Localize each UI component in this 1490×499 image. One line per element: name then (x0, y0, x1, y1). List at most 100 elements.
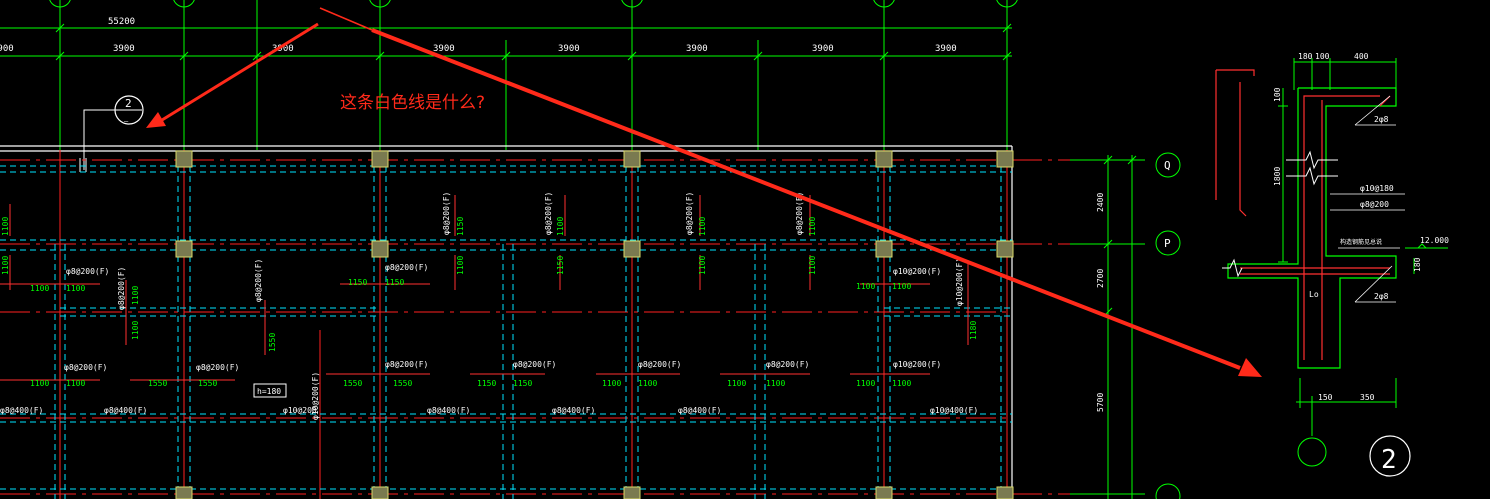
column (875, 240, 893, 258)
detail-note-constr: 构造钢筋见总说 (1340, 238, 1382, 246)
cad-drawing-canvas[interactable]: 55200 3900 3900 3900 3900 3900 3900 3900… (0, 0, 1490, 499)
length-label: 1100 (602, 379, 621, 388)
length-label: 1100 (856, 282, 875, 291)
length-label: 1100 (131, 286, 140, 305)
rebar-label: φ8@400(F) (0, 406, 43, 415)
length-label: 1100 (892, 379, 911, 388)
length-label: 1100 (698, 256, 707, 275)
length-label: 1550 (198, 379, 217, 388)
dim-right-1: 2400 (1096, 193, 1105, 212)
rebar-label: φ8@400(F) (427, 406, 470, 415)
length-label: 1100 (66, 379, 85, 388)
detail-callout-number: 2 (1381, 445, 1397, 475)
length-label: 1550 (393, 379, 412, 388)
length-label: 1100 (766, 379, 785, 388)
length-label: 1100 (66, 284, 85, 293)
dim-span-3: 3900 (433, 44, 455, 54)
length-label: 1100 (131, 321, 140, 340)
length-label: 1100 (30, 379, 49, 388)
detail-dim-350: 350 (1360, 393, 1375, 402)
column (371, 240, 389, 258)
dim-overall: 55200 (108, 17, 135, 27)
rebar-label: φ8@200(F) (385, 360, 428, 369)
dim-span-1: 3900 (113, 44, 135, 54)
column (623, 150, 641, 168)
detail-beam-height: 180 (1413, 257, 1422, 272)
rebar-label: φ8@200(F) (766, 360, 809, 369)
axis-label-p: P (1164, 237, 1171, 250)
column (996, 486, 1014, 499)
detail-dim-left-100: 100 (1273, 87, 1282, 102)
slab-thickness: h=180 (257, 387, 281, 396)
rebar-label: φ8@200(F) (442, 192, 451, 235)
detail-lo: Lo (1309, 290, 1319, 299)
column (371, 150, 389, 168)
annotation-question: 这条白色线是什么? (340, 93, 485, 113)
length-label: 1100 (892, 282, 911, 291)
dim-partial: 3900 (0, 44, 14, 54)
detail-level: 12.000 (1420, 236, 1449, 245)
column (875, 486, 893, 499)
rebar-label: φ8@200(F) (685, 192, 694, 235)
length-label: 1180 (969, 321, 978, 340)
detail-dim-150: 150 (1318, 393, 1333, 402)
length-label: 1150 (348, 278, 367, 287)
length-label: 1100 (727, 379, 746, 388)
length-label: 1100 (556, 217, 565, 236)
detail-dim-left-1800: 1800 (1273, 167, 1282, 186)
detail-dim-180: 180 (1298, 52, 1313, 61)
length-label: 1100 (1, 256, 10, 275)
rebar-label: φ8@200(F) (638, 360, 681, 369)
column (623, 486, 641, 499)
length-label: 1100 (30, 284, 49, 293)
length-label: 1100 (856, 379, 875, 388)
detail-note-2phi8-top: 2φ8 (1374, 115, 1389, 124)
detail-dim-400: 400 (1354, 52, 1369, 61)
rebar-label: φ10@200(F) (955, 258, 964, 306)
dim-span-6: 3900 (812, 44, 834, 54)
rebar-label: φ8@400(F) (104, 406, 147, 415)
rebar-label: φ10@400(F) (930, 406, 978, 415)
length-label: 1100 (808, 256, 817, 275)
rebar-label: φ8@400(F) (678, 406, 721, 415)
dim-right-3: 5700 (1096, 393, 1105, 412)
length-label: 1100 (698, 217, 707, 236)
length-label: 1100 (1, 217, 10, 236)
rebar-label: φ8@400(F) (552, 406, 595, 415)
section-callout-number: 2 (125, 97, 132, 110)
length-label: 1150 (513, 379, 532, 388)
length-label: 1550 (268, 333, 277, 352)
rebar-label: φ10@200(F) (893, 267, 941, 276)
detail-note-2phi8-bottom: 2φ8 (1374, 292, 1389, 301)
rebar-label: φ8@200(F) (66, 267, 109, 276)
detail-rebar-1: φ10@180 (1360, 184, 1394, 193)
rebar-label: φ8@200(F) (117, 267, 126, 310)
column (371, 486, 389, 499)
column (996, 150, 1014, 168)
length-label: 1550 (343, 379, 362, 388)
rebar-label: φ10@200 (283, 406, 317, 415)
column (875, 150, 893, 168)
column (175, 240, 193, 258)
length-label: 1550 (148, 379, 167, 388)
rebar-label: φ8@200(F) (64, 363, 107, 372)
rebar-label: φ8@200(F) (513, 360, 556, 369)
rebar-label: φ8@200(F) (385, 263, 428, 272)
rebar-label: φ8@200(F) (254, 259, 263, 302)
length-label: 1150 (385, 278, 404, 287)
dim-right-2: 2700 (1096, 269, 1105, 288)
length-label: 1150 (456, 217, 465, 236)
rebar-label: φ10@200(F) (893, 360, 941, 369)
detail-rebar-2: φ8@200 (1360, 200, 1389, 209)
length-label: 1100 (456, 256, 465, 275)
dim-span-5: 3900 (686, 44, 708, 54)
length-label: 1100 (638, 379, 657, 388)
detail-dim-100: 100 (1315, 52, 1330, 61)
dim-span-7: 3900 (935, 44, 957, 54)
column (996, 240, 1014, 258)
length-label: 1150 (556, 256, 565, 275)
column (175, 486, 193, 499)
rebar-label: φ8@200(F) (544, 192, 553, 235)
column (175, 150, 193, 168)
dim-span-4: 3900 (558, 44, 580, 54)
